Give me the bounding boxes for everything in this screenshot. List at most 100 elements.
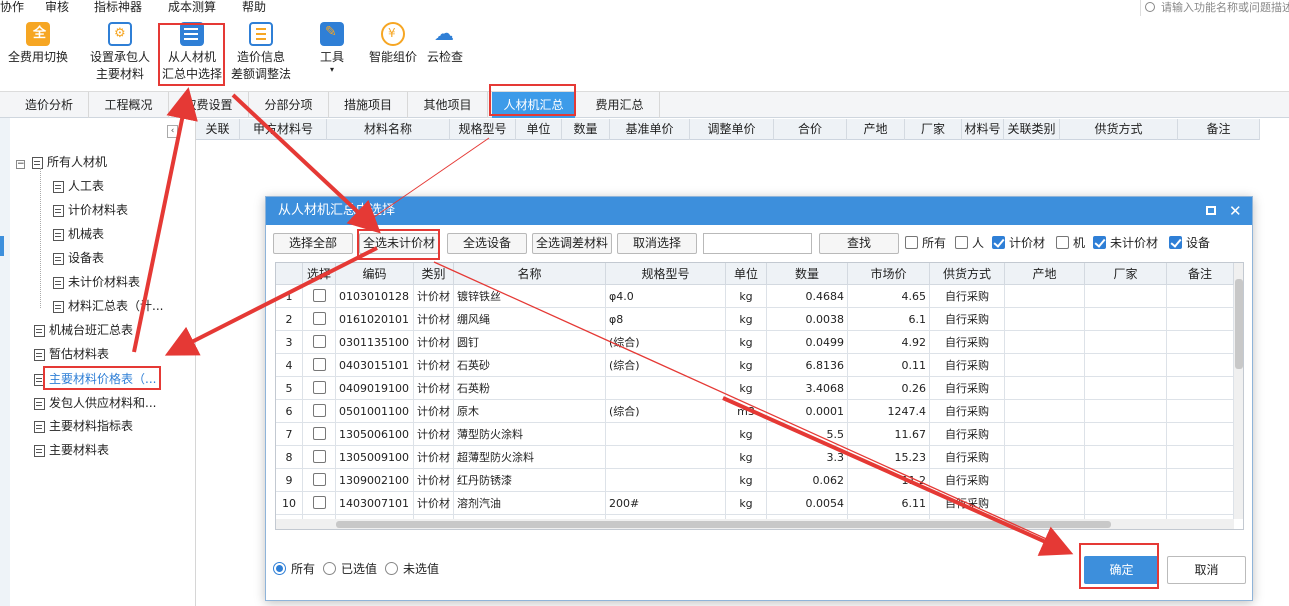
row-select-checkbox[interactable] (303, 446, 336, 469)
select-from-summary-button[interactable]: 从人材机 汇总中选择 (161, 22, 223, 83)
tree-estimated-material[interactable]: 暂估材料表 (34, 344, 109, 364)
horizontal-scrollbar[interactable] (276, 519, 1234, 529)
collapse-panel-button[interactable]: ‹ (167, 125, 178, 138)
cloud-check-button[interactable]: ☁ 云检查 (424, 22, 466, 66)
collapse-icon[interactable]: − (16, 160, 25, 169)
grid-col-select[interactable]: 选择 (303, 263, 336, 285)
maximize-icon[interactable] (1206, 206, 1216, 215)
row-select-checkbox[interactable] (303, 469, 336, 492)
grid-col-market-price[interactable]: 市场价 (848, 263, 930, 285)
grid-cell-empty (1085, 423, 1167, 446)
grid-cell-unit: m3 (726, 400, 767, 423)
menu-collab[interactable]: 协作 (0, 0, 24, 16)
function-search-input[interactable]: 请输入功能名称或问题描述 (1140, 0, 1289, 16)
grid-col-manufacturer[interactable]: 厂家 (1085, 263, 1167, 285)
menu-help[interactable]: 帮助 (242, 0, 266, 16)
col-owner-material-no[interactable]: 甲方材料号 (240, 119, 327, 140)
col-base-price[interactable]: 基准单价 (610, 119, 690, 140)
tree-main-material-price[interactable]: 主要材料价格表（... (34, 369, 156, 389)
select-equipment-button[interactable]: 全选设备 (447, 233, 527, 254)
col-total-price[interactable]: 合价 (774, 119, 847, 140)
confirm-button[interactable]: 确定 (1084, 556, 1159, 584)
filter-priced-material-checkbox[interactable]: 计价材 (992, 235, 1045, 251)
row-select-checkbox[interactable] (303, 400, 336, 423)
radio-selected[interactable]: 已选值 (323, 561, 377, 577)
grid-col-quantity[interactable]: 数量 (767, 263, 848, 285)
tree-main-material[interactable]: 主要材料表 (34, 440, 109, 460)
grid-col-origin[interactable]: 产地 (1005, 263, 1085, 285)
fee-switch-button[interactable]: 全 全费用切换 (6, 22, 70, 66)
col-adjusted-price[interactable]: 调整单价 (690, 119, 774, 140)
grid-col-unit[interactable]: 单位 (726, 263, 767, 285)
col-relation[interactable]: 关联 (196, 119, 240, 140)
row-select-checkbox[interactable] (303, 285, 336, 308)
col-material-no[interactable]: 材料号 (962, 119, 1004, 140)
tree-machinery[interactable]: 机械表 (53, 224, 104, 244)
col-spec[interactable]: 规格型号 (450, 119, 516, 140)
close-icon[interactable]: ✕ (1229, 197, 1242, 225)
select-all-button[interactable]: 选择全部 (273, 233, 353, 254)
vertical-scrollbar[interactable] (1234, 263, 1243, 519)
menu-cost-calc[interactable]: 成本测算 (168, 0, 216, 16)
find-button[interactable]: 查找 (819, 233, 899, 254)
tab-measures[interactable]: 措施项目 (329, 92, 408, 118)
grid-cell-price: 4.65 (848, 285, 930, 308)
cancel-selection-button[interactable]: 取消选择 (617, 233, 697, 254)
tab-other-items[interactable]: 其他项目 (408, 92, 488, 118)
tree-machine-shift-summary[interactable]: 机械台班汇总表 (34, 320, 133, 340)
col-material-name[interactable]: 材料名称 (327, 119, 450, 140)
grid-cell-price: 0.26 (848, 377, 930, 400)
tab-project-overview[interactable]: 工程概况 (89, 92, 169, 118)
filter-machinery-checkbox[interactable]: 机 (1056, 235, 1085, 251)
tab-fee-summary[interactable]: 费用汇总 (580, 92, 660, 118)
tab-sub-items[interactable]: 分部分项 (249, 92, 329, 118)
tree-material-summary[interactable]: 材料汇总表（计... (53, 296, 163, 316)
tree-equipment[interactable]: 设备表 (53, 248, 104, 268)
tab-cost-analysis[interactable]: 造价分析 (10, 92, 89, 118)
filter-all-checkbox[interactable]: 所有 (905, 235, 946, 251)
smart-price-button[interactable]: ¥ 智能组价 (367, 22, 419, 66)
row-select-checkbox[interactable] (303, 377, 336, 400)
tab-labor-material-summary[interactable]: 人材机汇总 (492, 92, 576, 118)
grid-cell-no: 4 (276, 354, 303, 377)
filter-labor-checkbox[interactable]: 人 (955, 235, 984, 251)
tree-unpriced-material[interactable]: 未计价材料表 (53, 272, 140, 292)
set-contractor-material-button[interactable]: ⚙ 设置承包人 主要材料 (88, 22, 152, 83)
col-quantity[interactable]: 数量 (562, 119, 610, 140)
select-unpriced-button[interactable]: 全选未计价材 (359, 233, 439, 254)
grid-col-supply[interactable]: 供货方式 (930, 263, 1005, 285)
radio-unselected[interactable]: 未选值 (385, 561, 439, 577)
col-manufacturer[interactable]: 厂家 (905, 119, 962, 140)
grid-col-name[interactable]: 名称 (454, 263, 606, 285)
col-origin[interactable]: 产地 (847, 119, 905, 140)
tree-owner-supplied-material[interactable]: 发包人供应材料和... (34, 393, 156, 413)
row-select-checkbox[interactable] (303, 423, 336, 446)
grid-col-type[interactable]: 类别 (414, 263, 454, 285)
tree-all-labor-material[interactable]: − 所有人材机 (16, 152, 107, 172)
tree-priced-material[interactable]: 计价材料表 (53, 200, 128, 220)
col-remarks[interactable]: 备注 (1178, 119, 1260, 140)
row-select-checkbox[interactable] (303, 308, 336, 331)
grid-col-code[interactable]: 编码 (336, 263, 414, 285)
row-select-checkbox[interactable] (303, 331, 336, 354)
find-input[interactable] (703, 233, 812, 254)
grid-col-remarks[interactable]: 备注 (1167, 263, 1234, 285)
col-unit[interactable]: 单位 (516, 119, 562, 140)
row-select-checkbox[interactable] (303, 354, 336, 377)
select-adjust-material-button[interactable]: 全选调差材料 (532, 233, 612, 254)
menu-review[interactable]: 审核 (45, 0, 69, 16)
grid-col-spec[interactable]: 规格型号 (606, 263, 726, 285)
radio-all[interactable]: 所有 (273, 561, 315, 577)
tree-labor[interactable]: 人工表 (53, 176, 104, 196)
filter-unpriced-material-checkbox[interactable]: 未计价材 (1093, 235, 1158, 251)
cancel-button[interactable]: 取消 (1167, 556, 1246, 584)
col-relation-type[interactable]: 关联类别 (1004, 119, 1060, 140)
price-info-adjust-button[interactable]: 造价信息 差额调整法 (228, 22, 294, 83)
tree-main-material-index[interactable]: 主要材料指标表 (34, 416, 133, 436)
menu-indicator[interactable]: 指标神器 (94, 0, 142, 16)
row-select-checkbox[interactable] (303, 492, 336, 515)
col-supply-method[interactable]: 供货方式 (1060, 119, 1178, 140)
filter-equipment-checkbox[interactable]: 设备 (1169, 235, 1210, 251)
tools-button[interactable]: ✎ 工具 ▾ (316, 22, 348, 74)
tab-fee-settings[interactable]: 取费设置 (169, 92, 249, 118)
